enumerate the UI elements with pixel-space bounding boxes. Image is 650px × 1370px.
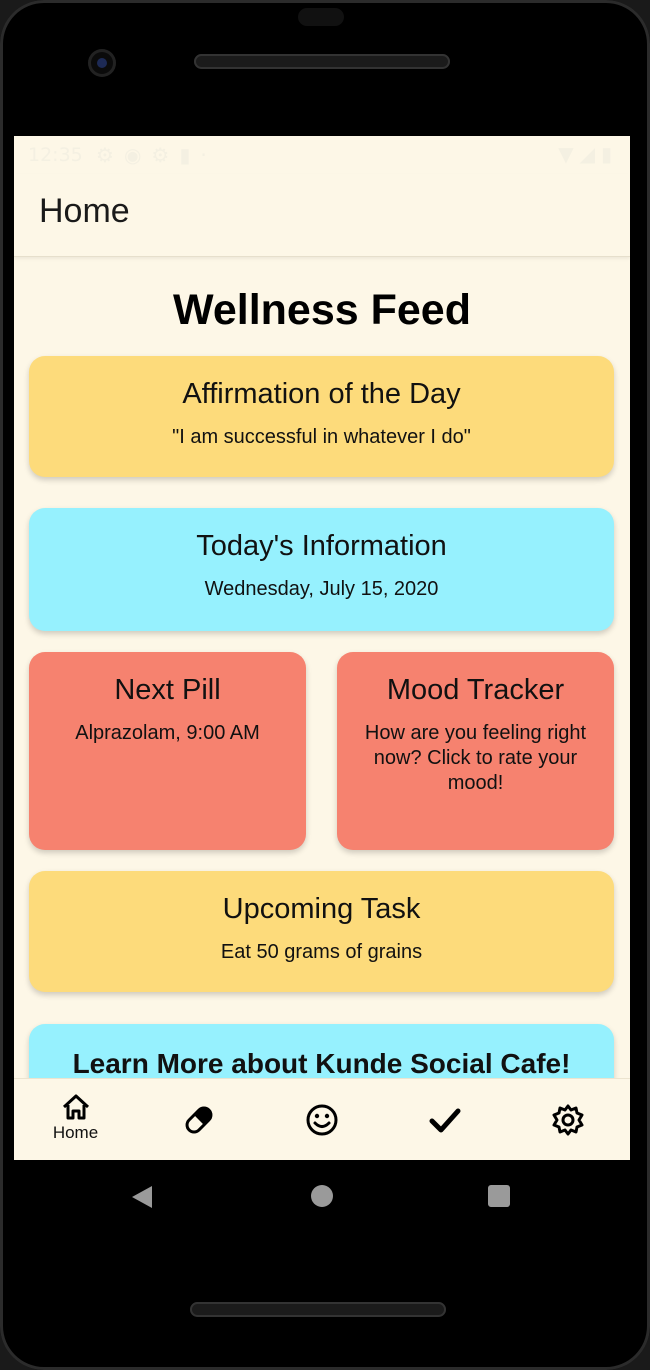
todays-date: Wednesday, July 15, 2020 (204, 578, 439, 600)
shield-icon: ⚙ (151, 143, 180, 167)
app-bar: Home (14, 174, 630, 257)
battery-icon: ▮ (600, 142, 618, 166)
nav-medications[interactable] (137, 1079, 260, 1160)
sd-card-icon: ▮ (179, 143, 201, 167)
next-pill-title: Next Pill (114, 674, 221, 706)
affirmation-title: Affirmation of the Day (182, 378, 461, 410)
status-system-icons: ▼◢▮ (558, 142, 618, 166)
back-icon[interactable] (130, 1184, 154, 1210)
affirmation-text: "I am successful in whatever I do" (172, 426, 471, 448)
status-time: 12:35 (28, 144, 83, 166)
dot-icon: · (200, 143, 217, 167)
phone-frame: 12:35 ⚙◉⚙▮· ▼◢▮ Home Wellness Feed Affir… (0, 0, 650, 1370)
android-icon: ◉ (123, 143, 152, 167)
checkmark-icon (429, 1108, 460, 1133)
settings-icon (552, 1104, 583, 1136)
status-bar: 12:35 ⚙◉⚙▮· ▼◢▮ (14, 136, 630, 174)
mood-tracker-title: Mood Tracker (386, 674, 565, 706)
todays-info-title: Today's Information (196, 530, 447, 562)
nav-mood[interactable] (260, 1079, 383, 1160)
mood-tracker-text: How are you feeling right now? Click to … (364, 722, 587, 794)
smiley-icon (306, 1104, 337, 1136)
home-icon (62, 1094, 89, 1120)
top-sensor (298, 8, 344, 26)
todays-info-card[interactable]: Today's Information Wednesday, July 15, … (29, 508, 614, 631)
nav-home[interactable]: Home (14, 1079, 137, 1160)
gear-icon: ⚙ (96, 143, 124, 167)
bottom-speaker (190, 1302, 446, 1317)
pill-icon (185, 1106, 212, 1134)
status-notification-icons: ⚙◉⚙▮· (96, 143, 217, 167)
nav-settings[interactable] (506, 1079, 629, 1160)
feed-title: Wellness Feed (173, 286, 471, 334)
home-button-icon[interactable] (311, 1185, 333, 1207)
system-navigation-bar (0, 1160, 650, 1232)
mood-tracker-card[interactable]: Mood Tracker How are you feeling right n… (337, 652, 614, 850)
bottom-navigation: Home (14, 1078, 630, 1160)
page-title: Home (39, 192, 130, 230)
recent-apps-icon[interactable] (488, 1185, 510, 1207)
next-pill-text: Alprazolam, 9:00 AM (75, 722, 260, 744)
signal-icon: ◢ (579, 142, 601, 166)
upcoming-task-card[interactable]: Upcoming Task Eat 50 grams of grains (29, 871, 614, 992)
earpiece-speaker (194, 54, 450, 69)
nav-tasks[interactable] (383, 1079, 506, 1160)
front-camera (88, 49, 116, 77)
upcoming-task-title: Upcoming Task (222, 893, 421, 925)
upcoming-task-text: Eat 50 grams of grains (220, 941, 423, 963)
learn-more-title: Learn More about Kunde Social Cafe! (72, 1048, 571, 1079)
affirmation-card[interactable]: Affirmation of the Day "I am successful … (29, 356, 614, 477)
app-screen: 12:35 ⚙◉⚙▮· ▼◢▮ Home Wellness Feed Affir… (14, 136, 630, 1160)
next-pill-card[interactable]: Next Pill Alprazolam, 9:00 AM (29, 652, 306, 850)
nav-home-label: Home (52, 1123, 99, 1142)
wifi-icon: ▼ (558, 142, 580, 166)
